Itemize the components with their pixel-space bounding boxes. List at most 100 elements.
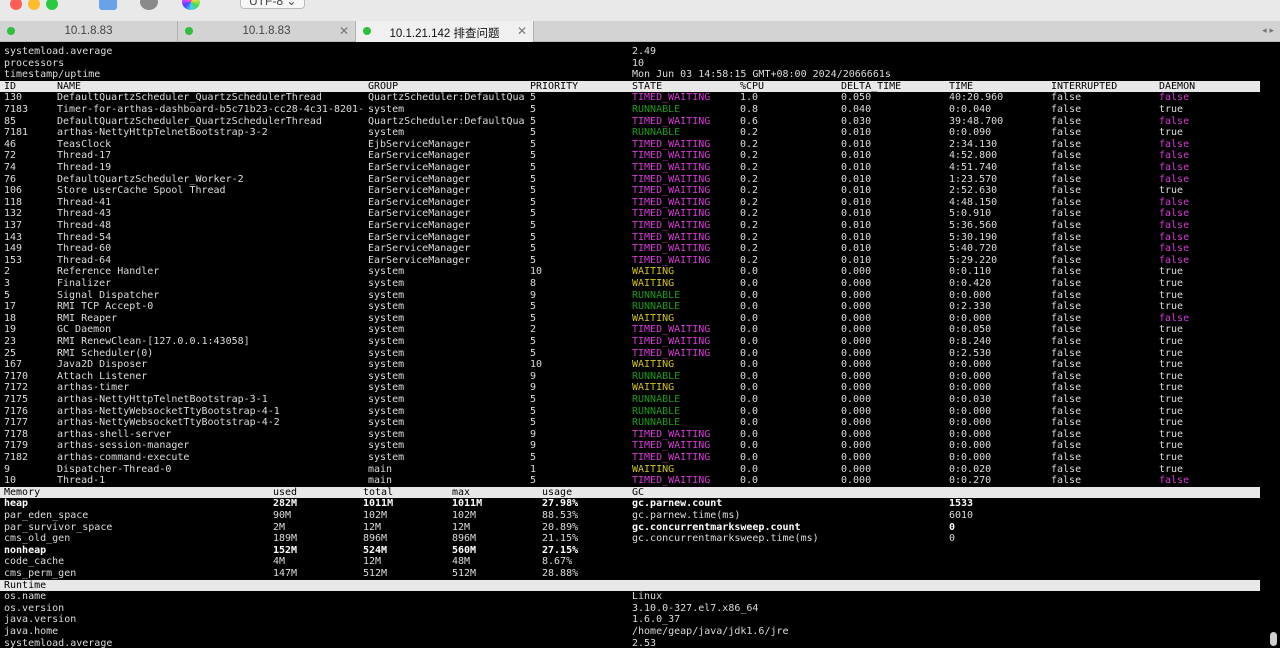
memory-cell: code_cache <box>4 556 65 568</box>
close-tab-icon[interactable]: ✕ <box>517 24 527 38</box>
thread-delta-time: 0.000 <box>841 428 872 440</box>
thread-delta-time: 0.010 <box>841 231 872 243</box>
thread-id: 7179 <box>4 440 29 452</box>
table-row: 7181 arthas-NettyHttpTelnetBootstrap-3-2 s… <box>0 127 1260 139</box>
thread-name: Store userCache Spool Thread <box>57 185 226 197</box>
gc-value: 0 <box>949 533 956 545</box>
memory-row: nonheap 152M 524M 560M 27.15% <box>0 545 1260 557</box>
table-row: 3 Finalizer system 8 WAITING 0.0 0.000 0:0.420 f… <box>0 278 1260 290</box>
thread-interrupted: false <box>1051 150 1082 162</box>
thread-group: system <box>368 440 405 452</box>
close-tab-icon[interactable]: ✕ <box>339 24 349 38</box>
memory-row: code_cache 4M 12M 48M 8.67% <box>0 556 1260 568</box>
thread-name: RMI Reaper <box>57 312 118 324</box>
thread-group: EarServiceManager <box>368 254 471 266</box>
thread-daemon: false <box>1159 312 1190 324</box>
thread-id: 7172 <box>4 382 29 394</box>
thread-cpu: 0.2 <box>740 127 759 139</box>
tab-host-1[interactable]: 10.1.8.83 <box>0 21 178 42</box>
zoom-window-button[interactable] <box>46 0 58 10</box>
thread-priority: 5 <box>530 254 537 266</box>
thread-daemon: false <box>1159 138 1190 150</box>
color-wheel-icon[interactable] <box>182 0 200 10</box>
memory-cell: 90M <box>273 510 292 521</box>
thread-id: 7181 <box>4 127 29 139</box>
memory-cell: 1011M <box>452 498 483 510</box>
file-icon[interactable] <box>99 0 117 10</box>
column-header: Memory <box>4 486 41 498</box>
thread-time: 1:23.570 <box>949 173 998 185</box>
column-header: %CPU <box>740 80 765 92</box>
runtime-key: systemload.average <box>4 637 113 648</box>
thread-cpu: 0.0 <box>740 324 759 336</box>
thread-state: TIMED_WAITING <box>632 150 711 162</box>
thread-priority: 5 <box>530 104 537 115</box>
terminal-output[interactable]: systemload.average 2.49 processors 10 timest… <box>0 42 1265 648</box>
thread-cpu: 0.2 <box>740 220 759 231</box>
gear-icon[interactable] <box>140 0 158 10</box>
minimize-window-button[interactable] <box>28 0 40 10</box>
thread-group: system <box>368 347 405 359</box>
table-row: 130 DefaultQuartzScheduler_QuartzSchedule… <box>0 92 1260 104</box>
thread-cpu: 0.2 <box>740 150 759 162</box>
thread-interrupted: false <box>1051 417 1082 429</box>
memory-cell: 48M <box>452 556 471 568</box>
tab-scroll-arrows-icon[interactable]: ◂ ▸ <box>1262 26 1274 36</box>
runtime-key: os.name <box>4 591 47 603</box>
runtime-row: os.version 3.10.0-327.el7.x86_64 <box>0 603 1260 615</box>
thread-time: 0:0.000 <box>949 289 992 301</box>
thread-name: DefaultQuartzScheduler_QuartzSchedulerTh… <box>57 92 322 104</box>
terminal-scrollbar[interactable] <box>1267 42 1280 648</box>
thread-interrupted: false <box>1051 301 1082 313</box>
thread-id: 17 <box>4 301 17 313</box>
thread-time: 4:52.800 <box>949 150 998 162</box>
tab-host-2[interactable]: 10.1.8.83 ✕ <box>178 21 356 42</box>
memory-row: cms_perm_gen 147M 512M 512M 28.88% <box>0 568 1260 580</box>
thread-group: EarServiceManager <box>368 150 471 162</box>
encoding-select[interactable]: UTF-8 ⌄ <box>240 0 306 9</box>
thread-name: Dispatcher-Thread-0 <box>57 463 172 475</box>
thread-name: arthas-NettyHttpTelnetBootstrap-3-1 <box>57 394 268 405</box>
thread-daemon: true <box>1159 405 1184 417</box>
close-window-button[interactable] <box>10 0 22 10</box>
info-value: Mon Jun 03 14:58:15 GMT+08:00 2024/20666… <box>632 69 891 81</box>
tab-host-3[interactable]: 10.1.21.142 排查问题 ✕ <box>356 21 534 42</box>
thread-time: 0:0.000 <box>949 417 992 429</box>
thread-cpu: 0.0 <box>740 301 759 313</box>
thread-priority: 9 <box>530 370 537 382</box>
thread-delta-time: 0.010 <box>841 196 872 208</box>
thread-priority: 5 <box>530 92 537 104</box>
thread-time: 2:34.130 <box>949 138 998 150</box>
memory-cell: 27.98% <box>542 498 579 510</box>
table-row: 167 Java2D Disposer system 10 WAITING 0.0 0.00… <box>0 359 1260 371</box>
thread-state: RUNNABLE <box>632 417 681 429</box>
thread-id: 7175 <box>4 394 29 405</box>
thread-cpu: 0.0 <box>740 312 759 324</box>
thread-state: WAITING <box>632 266 675 278</box>
thread-daemon: true <box>1159 463 1184 475</box>
thread-name: TeasClock <box>57 138 112 150</box>
memory-cell: 152M <box>273 544 298 556</box>
thread-group: system <box>368 394 405 405</box>
thread-interrupted: false <box>1051 173 1082 185</box>
thread-daemon: false <box>1159 243 1190 255</box>
thread-id: 132 <box>4 208 23 220</box>
thread-time: 0:0.030 <box>949 394 992 405</box>
thread-group: QuartzScheduler:DefaultQua <box>368 92 525 104</box>
thread-time: 40:20.960 <box>949 92 1004 104</box>
thread-interrupted: false <box>1051 428 1082 440</box>
thread-id: 106 <box>4 185 23 197</box>
memory-cell: 88.53% <box>542 510 579 521</box>
gc-value: 1533 <box>949 498 974 510</box>
thread-interrupted: false <box>1051 382 1082 394</box>
runtime-row: java.version 1.6.0_37 <box>0 614 1260 626</box>
thread-interrupted: false <box>1051 185 1082 197</box>
thread-group: system <box>368 370 405 382</box>
scrollbar-thumb[interactable] <box>1270 632 1277 646</box>
table-row: 23 RMI RenewClean-[127.0.0.1:43058] system… <box>0 336 1260 348</box>
memory-cell: 560M <box>452 544 477 556</box>
thread-delta-time: 0.000 <box>841 347 872 359</box>
thread-daemon: false <box>1159 173 1190 185</box>
thread-interrupted: false <box>1051 243 1082 255</box>
thread-group: system <box>368 359 405 371</box>
